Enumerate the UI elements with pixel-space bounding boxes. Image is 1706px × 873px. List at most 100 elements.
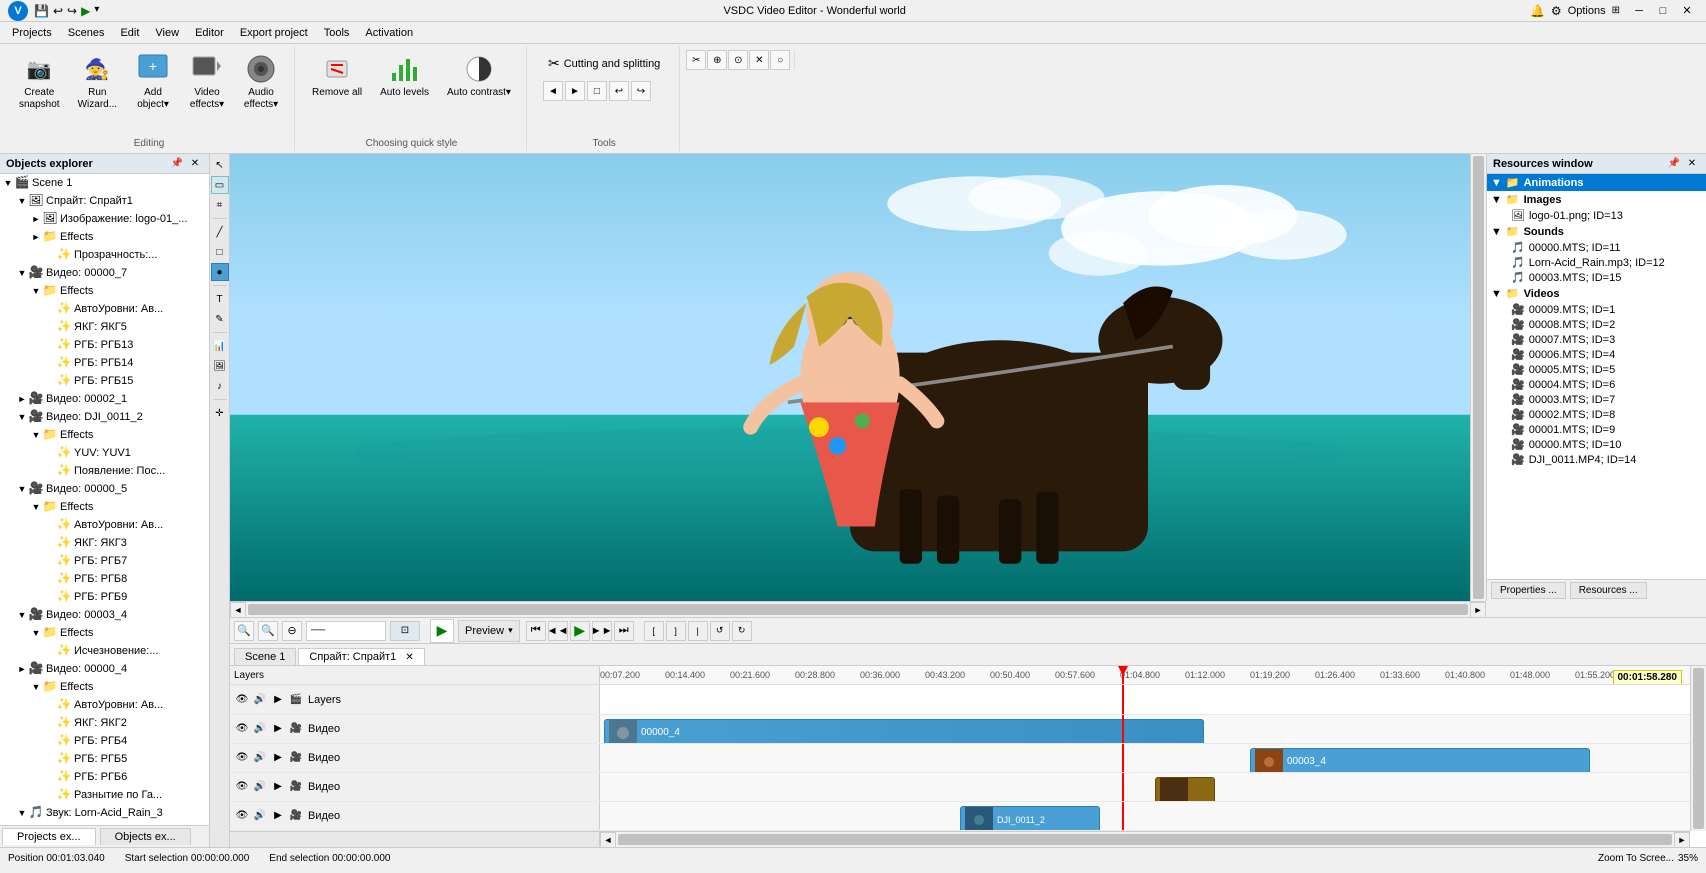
tree-item[interactable]: ▼📁Effects bbox=[0, 498, 209, 516]
track-type-icon-4[interactable]: 🎥 bbox=[288, 808, 304, 824]
tree-item[interactable]: ✨РГБ: РГБ14 bbox=[0, 354, 209, 372]
tree-item[interactable]: ✨YUV: YUV1 bbox=[0, 444, 209, 462]
res-item[interactable]: 🎥00005.MTS; ID=5 bbox=[1487, 362, 1706, 377]
tree-item[interactable]: ►📁Effects bbox=[0, 228, 209, 246]
tb-cut[interactable]: ✂ bbox=[686, 50, 706, 70]
menu-item-export-project[interactable]: Export project bbox=[232, 22, 316, 44]
res-item[interactable]: 🎥00000.MTS; ID=10 bbox=[1487, 437, 1706, 452]
track-expand-icon-4[interactable]: ▶ bbox=[270, 808, 286, 824]
hscroll-right[interactable]: ► bbox=[1470, 602, 1486, 618]
ltb-pointer[interactable]: ↖ bbox=[211, 156, 229, 174]
zoom-minus-button[interactable]: ⊖ bbox=[282, 621, 302, 641]
ltb-crop[interactable]: ⌗ bbox=[211, 196, 229, 214]
track-visible-icon-3[interactable]: 👁 bbox=[234, 779, 250, 795]
projects-tab[interactable]: Projects ex... bbox=[2, 828, 96, 845]
play-pause-button[interactable]: ▶ bbox=[570, 621, 590, 641]
res-item[interactable]: 🎥00006.MTS; ID=4 bbox=[1487, 347, 1706, 362]
redo-icon[interactable]: ↪ bbox=[67, 4, 77, 18]
clip-00000_4[interactable]: 00000_4 bbox=[604, 719, 1204, 743]
res-category-animations[interactable]: ▼📁Animations bbox=[1487, 174, 1706, 191]
prev-frame-button[interactable]: ◄◄ bbox=[548, 621, 568, 641]
create-snapshot-button[interactable]: 📷 Createsnapshot bbox=[12, 48, 67, 116]
next-frame-button[interactable]: ►► bbox=[592, 621, 612, 641]
marker-out-button[interactable]: ] bbox=[666, 621, 686, 641]
tree-item[interactable]: ✨ЯКГ: ЯКГ2 bbox=[0, 714, 209, 732]
alerts-icon[interactable]: 🔔 bbox=[1530, 4, 1545, 18]
tree-item[interactable]: ▼📁Effects bbox=[0, 282, 209, 300]
tb-copy[interactable]: ⊕ bbox=[707, 50, 727, 70]
preview-hscroll[interactable]: ◄ ► bbox=[230, 601, 1486, 617]
res-item[interactable]: 🎥00002.MTS; ID=8 bbox=[1487, 407, 1706, 422]
clip-dji-0011_2[interactable]: DJI_0011_2 bbox=[960, 806, 1100, 830]
options-button[interactable]: Options bbox=[1568, 5, 1606, 17]
ltb-circle-blue[interactable]: ● bbox=[211, 263, 229, 281]
split-button[interactable]: | bbox=[688, 621, 708, 641]
res-item[interactable]: 🎥00004.MTS; ID=6 bbox=[1487, 377, 1706, 392]
panel-close-button[interactable]: ✕ bbox=[187, 156, 203, 172]
cut-arrow-right[interactable]: ► bbox=[565, 81, 585, 101]
video-effects-button[interactable]: Videoeffects▾ bbox=[182, 48, 232, 116]
tree-item[interactable]: ▼📁Effects bbox=[0, 624, 209, 642]
menu-item-scenes[interactable]: Scenes bbox=[60, 22, 113, 44]
minimize-button[interactable]: ─ bbox=[1628, 1, 1650, 21]
scene-tab[interactable]: Scene 1 bbox=[234, 648, 296, 665]
ltb-music[interactable]: ♪ bbox=[211, 377, 229, 395]
track-type-icon-3[interactable]: 🎥 bbox=[288, 779, 304, 795]
sprite-tab[interactable]: Спрайт: Спрайт1 ✕ bbox=[298, 648, 424, 665]
timeline-hscroll-left[interactable]: ◄ bbox=[600, 832, 616, 848]
res-item[interactable]: 🎥00008.MTS; ID=2 bbox=[1487, 317, 1706, 332]
ltb-text[interactable]: T bbox=[211, 290, 229, 308]
run-wizard-button[interactable]: 🧙 RunWizard... bbox=[71, 48, 124, 116]
res-category-sounds[interactable]: ▼📁Sounds bbox=[1487, 223, 1706, 240]
resources-close-button[interactable]: ✕ bbox=[1684, 156, 1700, 172]
tree-item[interactable]: ✨РГБ: РГБ7 bbox=[0, 552, 209, 570]
menu-item-projects[interactable]: Projects bbox=[4, 22, 60, 44]
expand-icon[interactable]: ⊞ bbox=[1612, 5, 1620, 16]
ltb-rect[interactable]: □ bbox=[211, 243, 229, 261]
play-button[interactable]: ▶ bbox=[430, 619, 454, 643]
res-category-images[interactable]: ▼📁Images bbox=[1487, 191, 1706, 208]
track-audio-icon-1[interactable]: 🔊 bbox=[252, 721, 268, 737]
track-visible-icon-1[interactable]: 👁 bbox=[234, 721, 250, 737]
tree-item[interactable]: ✨РГБ: РГБ13 bbox=[0, 336, 209, 354]
res-item[interactable]: 🎥00003.MTS; ID=7 bbox=[1487, 392, 1706, 407]
resources-tab-btn[interactable]: Resources ... bbox=[1570, 582, 1647, 599]
track-expand-icon-3[interactable]: ▶ bbox=[270, 779, 286, 795]
res-category-videos[interactable]: ▼📁Videos bbox=[1487, 285, 1706, 302]
tree-item[interactable]: ▼🎥Видео: DJI_0011_2 bbox=[0, 408, 209, 426]
tree-item[interactable]: ✨РГБ: РГБ8 bbox=[0, 570, 209, 588]
audio-effects-button[interactable]: Audioeffects▾ bbox=[236, 48, 286, 116]
maximize-button[interactable]: □ bbox=[1652, 1, 1674, 21]
cut-square[interactable]: □ bbox=[587, 81, 607, 101]
tree-item[interactable]: ✨РГБ: РГБ6 bbox=[0, 768, 209, 786]
tb-circle[interactable]: ○ bbox=[770, 50, 790, 70]
tree-item[interactable]: ✨АвтоУровни: Ав... bbox=[0, 516, 209, 534]
tree-item[interactable]: ►🎥Видео: 00002_1 bbox=[0, 390, 209, 408]
skip-end-button[interactable]: ⏭ bbox=[614, 621, 634, 641]
preview-dropdown-button[interactable]: Preview ▾ bbox=[458, 620, 520, 642]
track-visible-icon[interactable]: 👁 bbox=[234, 692, 250, 708]
menu-item-activation[interactable]: Activation bbox=[357, 22, 421, 44]
cutting-splitting-button[interactable]: ✂ Cutting and splitting bbox=[543, 52, 665, 75]
menu-item-edit[interactable]: Edit bbox=[112, 22, 147, 44]
quick-save-icon[interactable]: 💾 bbox=[34, 4, 49, 18]
tree-item[interactable]: ►🎥Видео: 00000_4 bbox=[0, 660, 209, 678]
tree-item[interactable]: ▼🎵Звук: Lorn-Acid_Rain_3 bbox=[0, 804, 209, 822]
play-icon[interactable]: ▶ bbox=[81, 4, 90, 18]
tree-item[interactable]: ✨РГБ: РГБ4 bbox=[0, 732, 209, 750]
menu-item-tools[interactable]: Tools bbox=[316, 22, 358, 44]
track-expand-icon-1[interactable]: ▶ bbox=[270, 721, 286, 737]
timeline-vscroll[interactable] bbox=[1690, 666, 1706, 831]
marker-in-button[interactable]: [ bbox=[644, 621, 664, 641]
tree-item[interactable]: ✨АвтоУровни: Ав... bbox=[0, 696, 209, 714]
tree-item[interactable]: ✨РГБ: РГБ5 bbox=[0, 750, 209, 768]
cut-undo[interactable]: ↩ bbox=[609, 81, 629, 101]
resources-pin-button[interactable]: 📌 bbox=[1666, 156, 1682, 172]
tree-item[interactable]: ✨АвтоУровни: Ав... bbox=[0, 300, 209, 318]
undo-icon[interactable]: ↩ bbox=[53, 4, 63, 18]
tree-item[interactable]: ✨РГБ: РГБ15 bbox=[0, 372, 209, 390]
track-audio-icon-4[interactable]: 🔊 bbox=[252, 808, 268, 824]
res-item[interactable]: 🎵Lorn-Acid_Rain.mp3; ID=12 bbox=[1487, 255, 1706, 270]
timeline-hscroll-right[interactable]: ► bbox=[1674, 832, 1690, 848]
track-expand-icon-2[interactable]: ▶ bbox=[270, 750, 286, 766]
